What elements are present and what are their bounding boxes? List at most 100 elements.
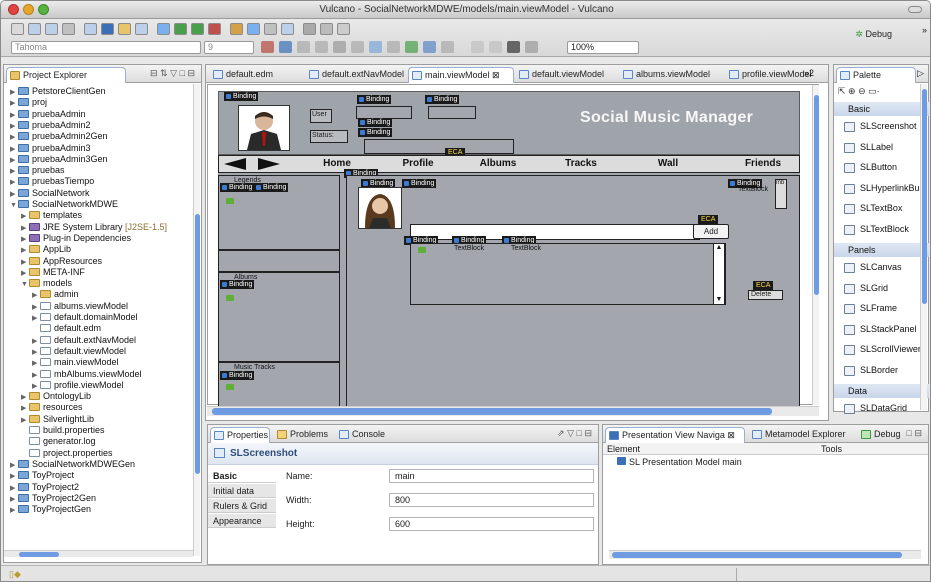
tree-item[interactable]: build.properties [21,424,105,436]
palette-item[interactable]: SLBorder [844,362,898,379]
toolbar-tool-icon[interactable] [208,23,221,35]
palette-item[interactable]: SLScrollViewer [844,341,921,358]
toolbar-tool-icon[interactable] [157,23,170,35]
tab-albums-viewmodel[interactable]: albums.viewModel [620,67,720,83]
nav-item-tracks[interactable]: Tracks [546,158,616,169]
binding-tag[interactable]: Binding [220,280,255,289]
tree-item[interactable]: ▶ Plug-in Dependencies [21,232,131,244]
tree-item[interactable]: ▶ main.viewModel [32,356,119,368]
drop-handle-icon[interactable] [226,384,234,390]
format-tool-icon[interactable] [351,41,364,53]
tree-item[interactable]: ▶ ToyProject [10,469,74,481]
toolbar-tool-icon[interactable] [135,23,148,35]
tab-console[interactable]: Console [336,427,396,443]
tree-item[interactable]: ▶ pruebaAdmin2Gen [10,130,108,142]
properties-view-menu-icon[interactable]: ⇗ ▽ □ ⊟ [557,428,592,439]
tree-item[interactable]: ▶ pruebaAdmin3 [10,142,91,154]
toolbar-overflow-icon[interactable]: » [922,25,927,35]
eca-tag[interactable]: ECA [698,215,719,224]
toolbar-tool-icon[interactable] [174,23,187,35]
tab-properties[interactable]: Properties [210,427,270,443]
user-label[interactable]: User [310,109,332,123]
palette-item[interactable]: SLLabel [844,139,893,156]
toolbar-tool-icon[interactable] [62,23,75,35]
posts-list[interactable] [410,243,726,305]
property-section-basic[interactable]: Basic [208,469,276,483]
scroll-thumb[interactable] [195,214,200,474]
palette-item[interactable]: SLScreenshot [844,118,917,135]
binding-tag[interactable]: Binding [220,371,255,380]
format-tool-icon[interactable] [315,41,328,53]
toolbar-tool-icon[interactable] [264,23,277,35]
nav-item-wall[interactable]: Wall [628,158,708,169]
palette-item[interactable]: SLStackPanel [844,321,917,338]
scroll-up-icon[interactable]: ▲ [714,244,724,251]
toolbar-tool-icon[interactable] [28,23,41,35]
tree-item[interactable]: ▶ ToyProjectGen [10,503,91,515]
tab-palette[interactable]: Palette [836,67,916,83]
format-tool-icon[interactable] [507,41,520,53]
tab-problems[interactable]: Problems [274,427,336,443]
binding-tag[interactable]: Binding [224,92,259,101]
format-tool-icon[interactable] [333,41,346,53]
tree-item[interactable]: ▶ pruebaAdmin [10,108,86,120]
status-label[interactable]: Status: [310,130,348,143]
scroll-thumb[interactable] [612,552,902,558]
format-tool-icon[interactable] [471,41,484,53]
tree-item[interactable]: ▶ OntologyLib [21,390,91,402]
add-button[interactable]: Add [693,224,729,239]
delete-button[interactable]: Delete [748,290,783,300]
collapse-palette-icon[interactable]: ▷ [917,68,924,79]
presentation-view-menu-icon[interactable]: □ ⊟ [907,428,922,439]
zoom-combo[interactable]: 100% [567,41,639,54]
palette-section-basic[interactable]: Basic [834,102,929,116]
toolbar-tool-icon[interactable] [303,23,316,35]
toolbar-tool-icon[interactable] [337,23,350,35]
textblock-label[interactable]: TextBlock [454,245,484,252]
nav-arrows-icon[interactable] [222,157,282,171]
tree-item[interactable]: ▶ templates [21,209,82,221]
tree-item[interactable]: ▶ AppResources [21,255,102,267]
expand-toggle-icon[interactable]: ▼ [10,200,18,212]
app-title[interactable]: Social Music Manager [580,109,753,127]
toolbar-tool-icon[interactable] [84,23,97,35]
property-section-initial-data[interactable]: Initial data [208,484,276,498]
friend-photo[interactable] [358,187,402,229]
format-tool-icon[interactable] [423,41,436,53]
avatar[interactable] [238,105,290,151]
drop-handle-icon[interactable] [226,198,234,204]
palette-item[interactable]: SLGrid [844,280,888,297]
expand-toggle-icon[interactable]: ▶ [10,505,18,517]
format-tool-icon[interactable] [525,41,538,53]
format-tool-icon[interactable] [369,41,382,53]
posts-scrollbar[interactable]: ▲ ▼ [713,243,725,305]
toolbar-tool-icon[interactable] [281,23,294,35]
tree-item[interactable]: default.edm [32,322,101,334]
font-family-combo[interactable]: Tahoma [11,41,201,54]
scroll-thumb[interactable] [814,95,819,295]
tree-item[interactable]: ▶ SocialNetwork [10,187,90,199]
palette-item[interactable]: SLFrame [844,300,897,317]
tree-item[interactable]: ▶ pruebas [10,164,65,176]
tree-item[interactable]: ▶ default.extNavModel [32,334,136,346]
format-tool-icon[interactable] [279,41,292,53]
tree-item[interactable]: ▶ SocialNetworkMDWEGen [10,458,135,470]
tree-item[interactable]: ▶ proj [10,96,47,108]
tree-item[interactable]: ▶ admin [32,288,79,300]
palette-item[interactable]: SLButton [844,159,897,176]
binding-tag[interactable]: Binding [358,118,393,127]
tree-item[interactable]: ▶ default.viewModel [32,345,126,357]
sl-screenshot-design[interactable]: Binding Binding Binding User Binding Bin… [218,91,800,409]
mb-box[interactable]: mb [775,179,787,209]
palette-section-panels[interactable]: Panels [834,243,929,257]
toolbar-tool-icon[interactable] [247,23,260,35]
palette-item[interactable]: SLHyperlinkBu... [844,180,927,197]
canvas-horizontal-scrollbar[interactable] [207,406,819,416]
toolbar-toggle-icon[interactable] [908,6,922,13]
property-section-appearance[interactable]: Appearance [208,514,276,528]
status-value-box[interactable] [364,139,514,154]
format-tool-icon[interactable] [387,41,400,53]
palette-item[interactable]: SLTextBlock [844,221,909,238]
tab-debug[interactable]: Debug [858,427,908,443]
user-extra-box[interactable] [428,106,476,119]
